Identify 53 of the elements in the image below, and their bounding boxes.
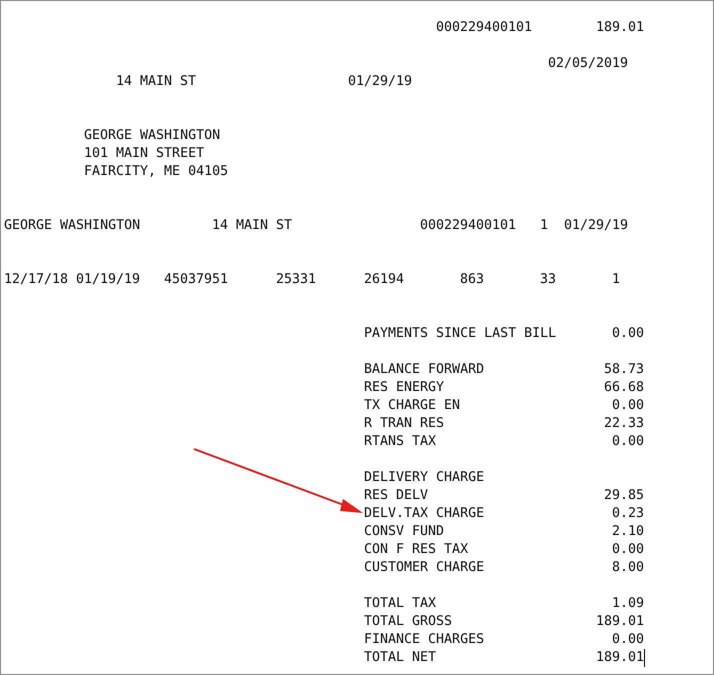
from-date: 12/17/18 bbox=[4, 271, 68, 289]
charge-amount: 0.00 bbox=[612, 397, 644, 415]
count-value: 1 bbox=[540, 217, 548, 235]
text-cursor bbox=[644, 649, 645, 667]
charge-amount: 2.10 bbox=[612, 523, 644, 541]
charge-label: RTANS TAX bbox=[364, 433, 436, 451]
charge-label: RES DELV bbox=[364, 487, 428, 505]
charge-label: PAYMENTS SINCE LAST BILL bbox=[364, 325, 556, 343]
charge-amount: 22.33 bbox=[604, 415, 644, 433]
usage-value: 863 bbox=[460, 271, 484, 289]
charge-label: R TRAN RES bbox=[364, 415, 444, 433]
charge-amount: 0.23 bbox=[612, 505, 644, 523]
charge-label: CUSTOMER CHARGE bbox=[364, 559, 484, 577]
charge-label: CONSV FUND bbox=[364, 523, 444, 541]
charge-amount: 8.00 bbox=[612, 559, 644, 577]
multiplier-value: 1 bbox=[612, 271, 620, 289]
service-address: 14 MAIN ST bbox=[116, 73, 196, 91]
charge-amount: 189.01 bbox=[596, 649, 644, 667]
charge-amount: 29.85 bbox=[604, 487, 644, 505]
days-value: 33 bbox=[540, 271, 556, 289]
charge-amount: 0.00 bbox=[612, 325, 644, 343]
charge-label: DELV.TAX CHARGE bbox=[364, 505, 484, 523]
due-date: 01/29/19 bbox=[348, 73, 412, 91]
charge-amount: 0.00 bbox=[612, 631, 644, 649]
account-number: 000229400101 bbox=[436, 19, 532, 37]
charge-label: DELIVERY CHARGE bbox=[364, 469, 484, 487]
charge-amount: 0.00 bbox=[612, 433, 644, 451]
mailing-address-line: GEORGE WASHINGTON bbox=[84, 127, 220, 145]
charge-label: CON F RES TAX bbox=[364, 541, 468, 559]
date-value: 01/29/19 bbox=[564, 217, 628, 235]
amount-due: 189.01 bbox=[596, 19, 644, 37]
mailing-address-line: FAIRCITY, ME 04105 bbox=[84, 163, 228, 181]
previous-reading: 25331 bbox=[276, 271, 316, 289]
present-reading: 26194 bbox=[364, 271, 404, 289]
charge-label: TOTAL GROSS bbox=[364, 613, 452, 631]
charge-label: TOTAL TAX bbox=[364, 595, 436, 613]
charge-label: RES ENERGY bbox=[364, 379, 444, 397]
charge-label: TOTAL NET bbox=[364, 649, 436, 667]
charge-label: TX CHARGE EN bbox=[364, 397, 460, 415]
account-number: 000229400101 bbox=[420, 217, 516, 235]
to-date: 01/19/19 bbox=[76, 271, 140, 289]
charge-amount: 58.73 bbox=[604, 361, 644, 379]
charge-amount: 1.09 bbox=[612, 595, 644, 613]
charge-amount: 66.68 bbox=[604, 379, 644, 397]
charge-label: FINANCE CHARGES bbox=[364, 631, 484, 649]
charge-amount: 189.01 bbox=[596, 613, 644, 631]
service-address: 14 MAIN ST bbox=[212, 217, 292, 235]
charge-amount: 0.00 bbox=[612, 541, 644, 559]
charge-label: BALANCE FORWARD bbox=[364, 361, 484, 379]
meter-number: 45037951 bbox=[164, 271, 228, 289]
bill-date: 02/05/2019 bbox=[548, 55, 628, 73]
mailing-address-line: 101 MAIN STREET bbox=[84, 145, 204, 163]
customer-name: GEORGE WASHINGTON bbox=[4, 217, 140, 235]
